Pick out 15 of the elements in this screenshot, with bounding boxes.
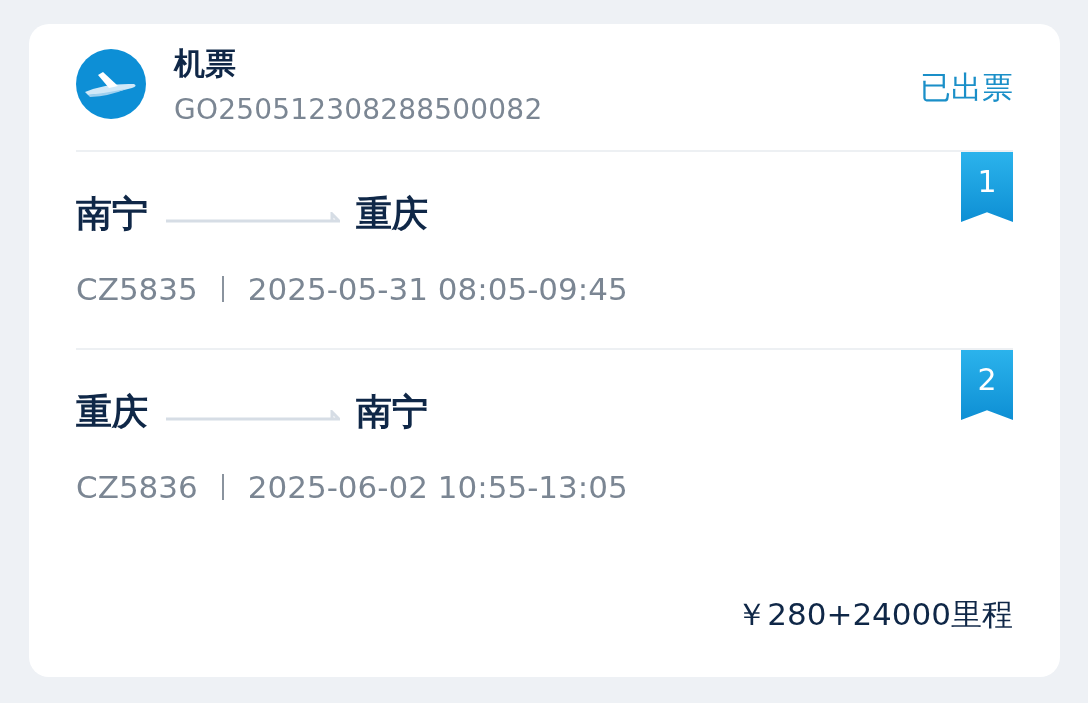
ticket-title: 机票 <box>174 45 237 81</box>
departure-city: 南宁 <box>76 192 148 236</box>
segment-number-ribbon: 1 <box>961 152 1013 222</box>
flight-schedule: 2025-06-02 10:55-13:05 <box>247 468 628 506</box>
price-total: ￥280+24000里程 <box>736 595 1013 633</box>
departure-city: 重庆 <box>76 390 148 434</box>
airplane-icon <box>76 49 146 119</box>
segment-number-ribbon: 2 <box>961 350 1013 420</box>
order-number: GO250512308288500082 <box>174 93 544 127</box>
ticket-status: 已出票 <box>920 69 1013 105</box>
arrival-city: 重庆 <box>356 192 428 236</box>
arrival-city: 南宁 <box>356 390 428 434</box>
flight-number: CZ5836 <box>76 468 198 506</box>
flight-number: CZ5835 <box>76 270 198 308</box>
flight-schedule: 2025-05-31 08:05-09:45 <box>247 270 628 308</box>
